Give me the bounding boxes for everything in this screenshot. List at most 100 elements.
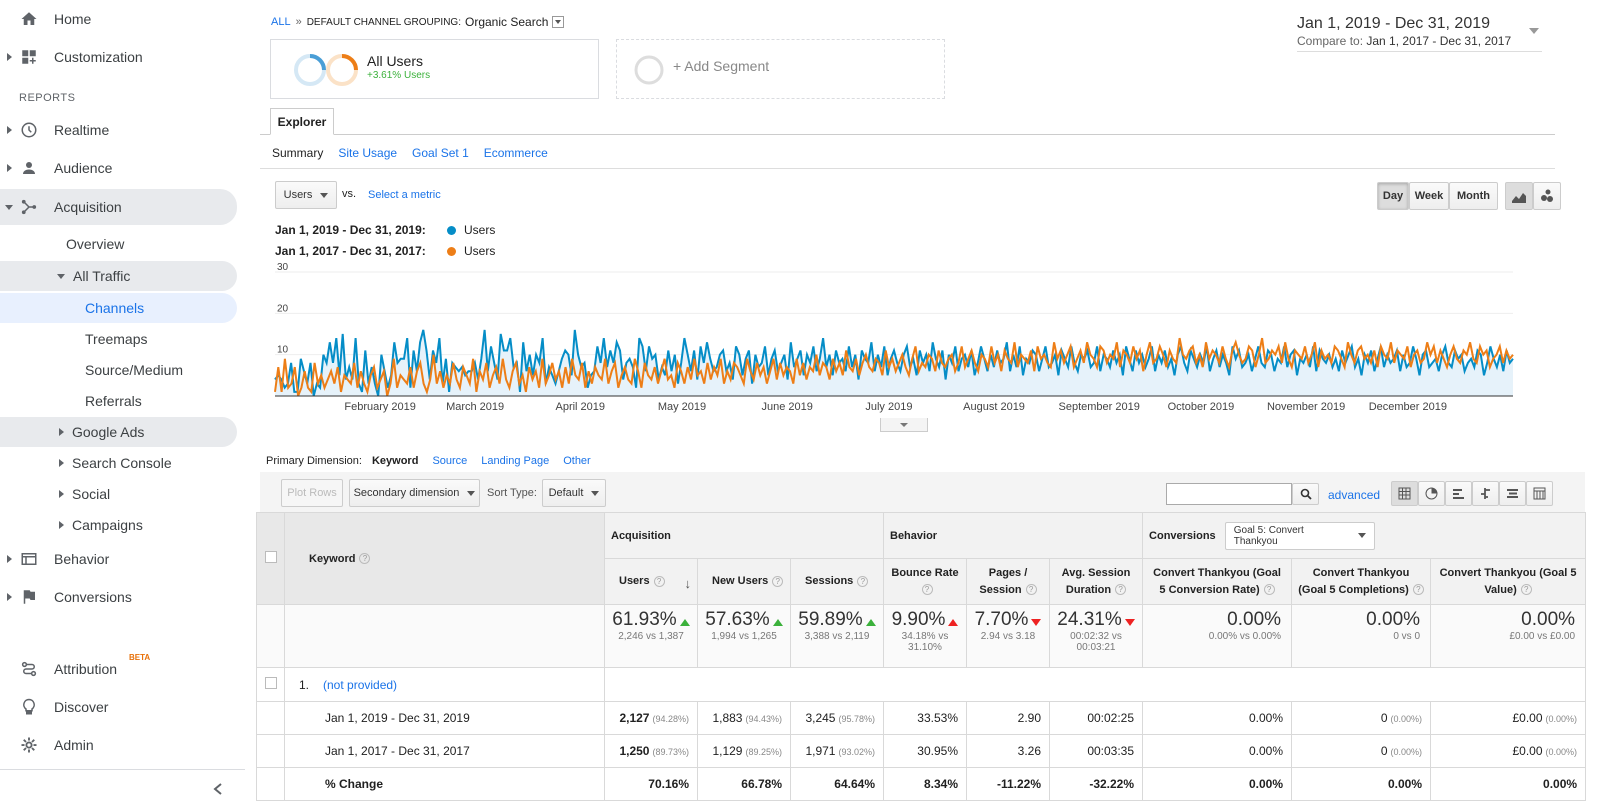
advanced-link[interactable]: advanced: [1328, 488, 1380, 502]
total-new-users: 57.63% 1,994 vs 1,265: [697, 604, 791, 668]
trend-up-icon: [865, 618, 876, 626]
attribution-icon: [21, 661, 37, 677]
expand-caret-icon: [7, 126, 12, 134]
add-segment[interactable]: + Add Segment: [616, 39, 945, 99]
bar-view-button[interactable]: [1445, 481, 1472, 506]
table-view-button[interactable]: [1391, 481, 1418, 506]
col-header-users[interactable]: Users? ↓: [604, 558, 698, 605]
help-icon[interactable]: ?: [359, 553, 371, 565]
goal-select[interactable]: Goal 5: Convert Thankyou: [1224, 521, 1375, 550]
collapse-sidebar-icon[interactable]: [212, 782, 224, 796]
table-search-input[interactable]: [1166, 483, 1292, 505]
x-tick-label: May 2019: [658, 401, 706, 413]
legend-series-2017: Users: [464, 244, 496, 258]
motion-chart-button[interactable]: [1533, 182, 1561, 210]
help-icon[interactable]: ?: [1520, 584, 1532, 596]
help-icon[interactable]: ?: [1412, 584, 1424, 596]
breadcrumb-separator: »: [295, 16, 302, 28]
row-checkbox[interactable]: [264, 677, 277, 689]
segment-all-users[interactable]: All Users +3.61% Users: [270, 39, 599, 99]
col-header-goal5-completions[interactable]: Convert Thankyou (Goal 5 Completions)?: [1291, 558, 1432, 605]
nav-admin-label: Admin: [54, 737, 94, 753]
sort-type-select[interactable]: Default: [542, 479, 606, 507]
metric-select[interactable]: Users: [275, 181, 337, 209]
dim-source[interactable]: Source: [432, 455, 467, 467]
help-icon[interactable]: ?: [857, 575, 869, 587]
nav-all-traffic[interactable]: All Traffic: [0, 261, 237, 291]
table-row: Jan 1, 2019 - Dec 31, 2019 2,127 (94.28%) 1…: [256, 701, 1587, 735]
nav-discover[interactable]: Discover: [0, 690, 240, 724]
help-icon[interactable]: ?: [1025, 584, 1037, 596]
nav-audience[interactable]: Audience: [0, 151, 240, 185]
date-range-picker[interactable]: Jan 1, 2019 - Dec 31, 2019 Compare to: J…: [1297, 15, 1542, 52]
help-icon[interactable]: ?: [1263, 584, 1275, 596]
nav-acquisition[interactable]: Acquisition: [0, 189, 237, 225]
help-icon[interactable]: ?: [921, 584, 933, 596]
help-icon[interactable]: ?: [772, 575, 784, 587]
cell-avg-session-duration: 00:03:35: [1048, 734, 1144, 768]
keyword-header-label: Keyword: [309, 552, 356, 565]
tab-explorer[interactable]: Explorer: [270, 108, 334, 135]
keyword-header[interactable]: Keyword?: [284, 512, 605, 605]
select-metric-link[interactable]: Select a metric: [368, 189, 441, 201]
cell-value: 0.00%: [1249, 711, 1284, 725]
col-header-goal5-conversion-rate[interactable]: Convert Thankyou (Goal 5 Conversion Rate…: [1142, 558, 1293, 605]
table-search-button[interactable]: [1292, 483, 1319, 505]
cell-percent-of-total: (0.00%): [1545, 747, 1578, 757]
nav-referrals[interactable]: Referrals: [85, 386, 142, 416]
cell-goal5-conversion-rate: 0.00%: [1142, 734, 1293, 768]
month-button[interactable]: Month: [1449, 182, 1498, 210]
term-cloud-button[interactable]: [1499, 481, 1526, 506]
dim-landing-page[interactable]: Landing Page: [481, 455, 549, 467]
nav-admin[interactable]: Admin: [0, 728, 240, 762]
chart-resize-handle[interactable]: [880, 418, 928, 432]
cell-goal5-value: £0.00 (0.00%): [1430, 701, 1587, 735]
tab-site-usage[interactable]: Site Usage: [338, 146, 397, 160]
cell-value: 0.00%: [1388, 777, 1423, 791]
help-icon[interactable]: ?: [653, 575, 665, 587]
nav-conversions[interactable]: Conversions: [0, 580, 240, 614]
col-header-goal5-value[interactable]: Convert Thankyou (Goal 5 Value)?: [1430, 558, 1587, 605]
nav-attribution[interactable]: Attribution BETA: [0, 652, 240, 686]
day-button[interactable]: Day: [1377, 182, 1409, 210]
nav-source-medium[interactable]: Source/Medium: [85, 355, 183, 385]
week-button[interactable]: Week: [1409, 182, 1449, 210]
conversions-group-label: Conversions: [1149, 529, 1216, 542]
nav-google-ads[interactable]: Google Ads: [0, 417, 237, 447]
row-keyword-link[interactable]: (not provided): [323, 678, 397, 692]
col-header-pages-per-session[interactable]: Pages / Session?: [966, 558, 1050, 605]
col-header-new-users[interactable]: New Users?: [697, 558, 791, 605]
nav-behavior[interactable]: Behavior: [0, 542, 240, 576]
tab-summary[interactable]: Summary: [272, 146, 323, 160]
comparison-view-button[interactable]: [1472, 481, 1499, 506]
pie-view-button[interactable]: [1418, 481, 1445, 506]
secondary-dimension-select[interactable]: Secondary dimension: [349, 479, 480, 507]
nav-realtime[interactable]: Realtime: [0, 113, 240, 147]
nav-channels[interactable]: Channels: [0, 293, 237, 323]
cell-users: 2,127 (94.28%): [604, 701, 698, 735]
dim-other[interactable]: Other: [563, 455, 591, 467]
nav-campaigns[interactable]: Campaigns: [59, 510, 143, 540]
nav-customization[interactable]: Customization: [0, 40, 240, 74]
nav-social[interactable]: Social: [59, 479, 110, 509]
pivot-view-button[interactable]: [1526, 481, 1553, 506]
total-pct: 9.90%: [891, 609, 946, 630]
tab-ecommerce[interactable]: Ecommerce: [484, 146, 548, 160]
plot-rows-button[interactable]: Plot Rows: [281, 479, 343, 507]
subtab-divider: [260, 168, 1555, 169]
tab-goal-set[interactable]: Goal Set 1: [412, 146, 469, 160]
nav-home[interactable]: Home: [0, 2, 240, 36]
nav-search-console[interactable]: Search Console: [59, 448, 172, 478]
dim-keyword[interactable]: Keyword: [372, 455, 418, 467]
grouping-dropdown-icon[interactable]: [552, 16, 565, 28]
nav-overview[interactable]: Overview: [66, 229, 124, 259]
breadcrumb-all[interactable]: ALL: [271, 16, 291, 28]
help-icon[interactable]: ?: [1115, 584, 1127, 596]
col-header-avg-session-duration[interactable]: Avg. Session Duration?: [1048, 558, 1144, 605]
x-tick-label: October 2019: [1168, 401, 1235, 413]
col-header-bounce-rate[interactable]: Bounce Rate?: [883, 558, 967, 605]
line-chart-button[interactable]: [1505, 182, 1533, 210]
nav-treemaps[interactable]: Treemaps: [85, 324, 148, 354]
select-all-checkbox[interactable]: [264, 551, 277, 563]
col-header-sessions[interactable]: Sessions?: [790, 558, 884, 605]
